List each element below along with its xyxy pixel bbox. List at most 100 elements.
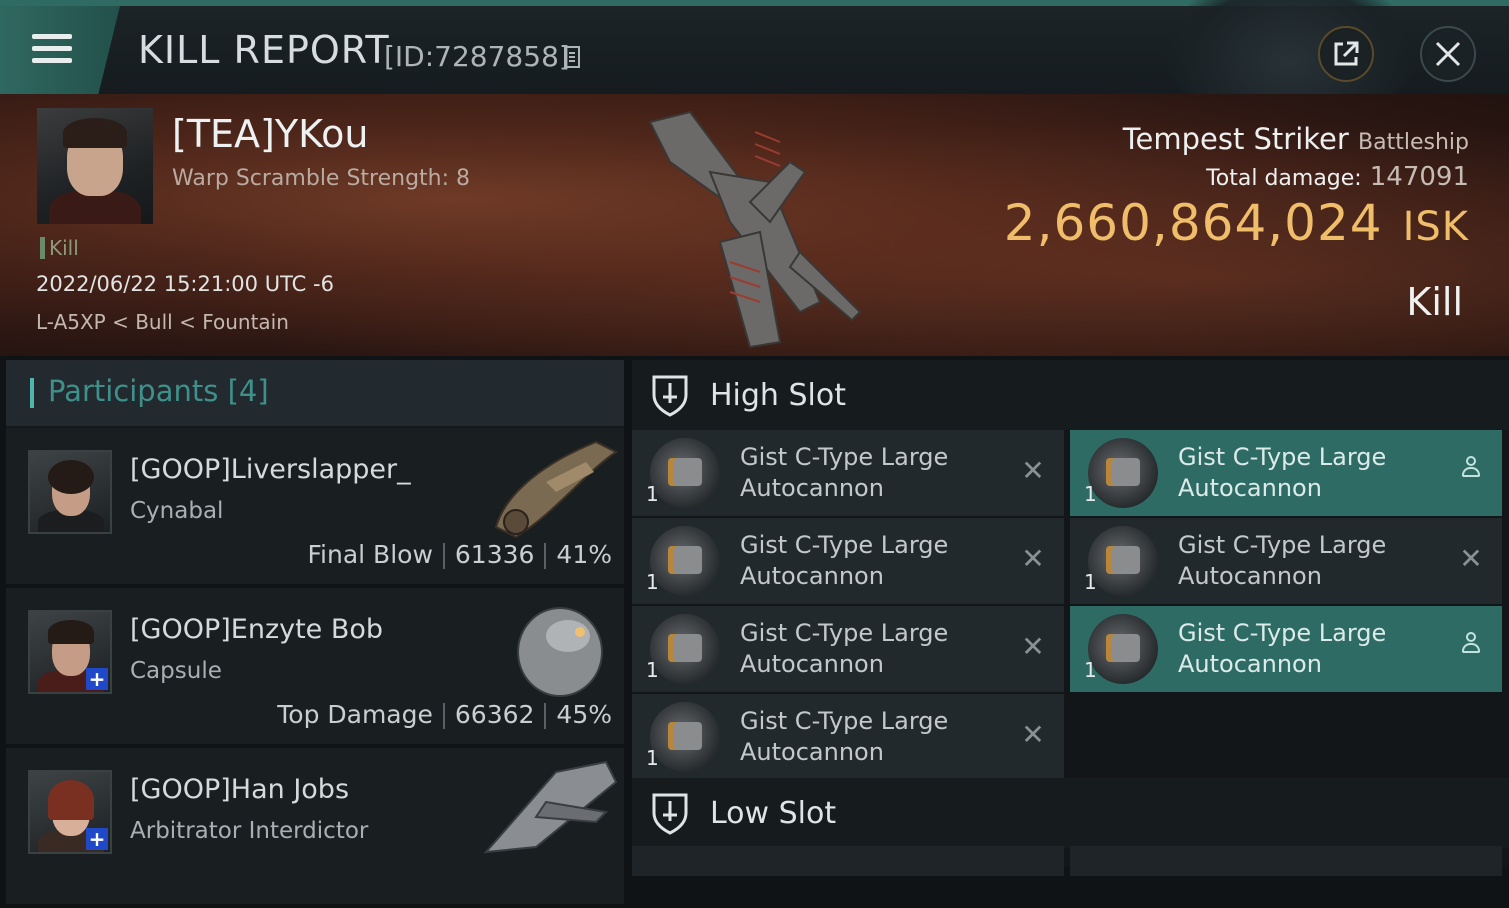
module-name: Gist C-Type Large Autocannon — [1178, 531, 1387, 590]
ship-class: Battleship — [1358, 130, 1469, 155]
autocannon-icon — [650, 526, 720, 596]
module-item[interactable]: 1 Gist C-Type Large Autocannon ✕ — [632, 606, 1064, 692]
participant-ship: Capsule — [130, 658, 222, 684]
destroyed-icon: ✕ — [1021, 718, 1045, 751]
module-item-partial[interactable] — [1070, 846, 1502, 876]
module-item-partial[interactable] — [632, 846, 1064, 876]
participant-ship-image[interactable] — [476, 752, 624, 862]
plus-icon: + — [86, 828, 108, 850]
participant-percent: 41% — [556, 540, 612, 569]
module-item[interactable]: 1 Gist C-Type Large Autocannon ✕ — [1070, 518, 1502, 604]
module-name: Gist C-Type Large Autocannon — [740, 443, 949, 502]
destroyed-icon: ✕ — [1021, 542, 1045, 575]
victim-avatar[interactable] — [37, 108, 153, 224]
victim-summary: [TEA]YKou Warp Scramble Strength: 8 Kill… — [0, 94, 1509, 356]
plus-icon: + — [86, 668, 108, 690]
warp-scramble-strength: Warp Scramble Strength: 8 — [172, 166, 471, 191]
autocannon-icon — [1088, 526, 1158, 596]
participant-damage: 66362 — [454, 700, 535, 729]
total-damage-label: Total damage: — [1206, 166, 1362, 191]
module-item[interactable]: 1 Gist C-Type Large Autocannon ✕ — [632, 518, 1064, 604]
dropped-person-icon — [1456, 632, 1486, 662]
autocannon-icon — [650, 438, 720, 508]
module-quantity: 1 — [646, 746, 659, 770]
fitting-panel: High Slot 1 Gist C-Type Large Autocannon … — [632, 360, 1509, 876]
low-slot-label: Low Slot — [710, 796, 837, 831]
autocannon-icon — [650, 702, 720, 772]
module-name: Gist C-Type Large Autocannon — [740, 707, 949, 766]
module-name: Gist C-Type Large Autocannon — [740, 531, 949, 590]
module-item[interactable]: 1 Gist C-Type Large Autocannon — [1070, 606, 1502, 692]
top-bar: KILL REPORT [ID:7287858] — [0, 0, 1509, 126]
participant-ship: Arbitrator Interdictor — [130, 818, 369, 844]
participant-role: Top Damage — [277, 700, 433, 729]
close-button[interactable] — [1420, 26, 1476, 82]
avatar[interactable] — [28, 450, 112, 534]
page-title: KILL REPORT — [138, 28, 390, 72]
module-quantity: 1 — [646, 570, 659, 594]
participant-ship: Cynabal — [130, 498, 224, 524]
participant-row[interactable]: + [GOOP]Enzyte Bob Capsule Top Damage 663… — [6, 588, 624, 748]
result-label: Kill — [1406, 280, 1463, 324]
module-name: Gist C-Type Large Autocannon — [1178, 443, 1387, 502]
total-damage-value: 147091 — [1369, 162, 1469, 192]
module-name: Gist C-Type Large Autocannon — [740, 619, 949, 678]
participant-name: [GOOP]Han Jobs — [130, 774, 350, 805]
hamburger-icon — [32, 34, 72, 39]
participants-label: Participants [4] — [48, 374, 269, 408]
low-slot-header[interactable]: Low Slot — [632, 778, 1509, 848]
participants-panel: Participants [4] [GOOP]Liverslapper_ Cyn… — [6, 360, 624, 908]
share-button[interactable] — [1318, 26, 1374, 82]
module-quantity: 1 — [1084, 658, 1097, 682]
module-item[interactable]: 1 Gist C-Type Large Autocannon ✕ — [632, 694, 1064, 780]
participants-header[interactable]: Participants [4] — [6, 360, 624, 426]
close-icon — [1435, 41, 1461, 67]
module-item[interactable]: 1 Gist C-Type Large Autocannon ✕ — [632, 430, 1064, 516]
destroyed-icon: ✕ — [1021, 454, 1045, 487]
avatar[interactable]: + — [28, 770, 112, 854]
hamburger-icon-line — [32, 58, 72, 63]
destroyed-icon: ✕ — [1021, 630, 1045, 663]
participant-damage: 61336 — [454, 540, 535, 569]
autocannon-icon — [650, 614, 720, 684]
victim-ship[interactable]: Tempest Striker Battleship — [1123, 122, 1469, 156]
participant-stats: Final Blow 61336 41% — [307, 540, 612, 569]
module-item[interactable]: 1 Gist C-Type Large Autocannon — [1070, 430, 1502, 516]
module-quantity: 1 — [646, 658, 659, 682]
module-quantity: 1 — [1084, 482, 1097, 506]
kill-location[interactable]: L-A5XP < Bull < Fountain — [36, 310, 289, 334]
external-link-icon — [1334, 41, 1359, 66]
victim-ship-image[interactable] — [630, 102, 880, 352]
menu-button[interactable] — [0, 6, 120, 94]
shield-icon — [652, 375, 688, 417]
participant-row[interactable]: + [GOOP]Han Jobs Arbitrator Interdictor — [6, 748, 624, 908]
total-damage: Total damage: 147091 — [1206, 162, 1469, 192]
participant-ship-image[interactable] — [476, 432, 624, 542]
shield-icon — [652, 793, 688, 835]
high-slot-label: High Slot — [710, 378, 846, 413]
dropped-person-icon — [1456, 456, 1486, 486]
destroyed-icon: ✕ — [1459, 542, 1483, 575]
high-slot-header[interactable]: High Slot — [632, 360, 1509, 430]
hamburger-icon-line — [32, 46, 72, 51]
autocannon-icon — [1088, 438, 1158, 508]
victim-name[interactable]: [TEA]YKou — [172, 112, 368, 156]
kill-id: [ID:7287858] — [384, 40, 570, 73]
isk-unit: ISK — [1402, 204, 1469, 250]
participant-row[interactable]: [GOOP]Liverslapper_ Cynabal Final Blow 61… — [6, 428, 624, 588]
participant-name: [GOOP]Enzyte Bob — [130, 614, 384, 645]
kill-datetime: 2022/06/22 15:21:00 UTC -6 — [36, 272, 334, 296]
autocannon-icon — [1088, 614, 1158, 684]
isk-value: 2,660,864,024 ISK — [1004, 194, 1469, 252]
participant-role: Final Blow — [307, 540, 433, 569]
avatar[interactable]: + — [28, 610, 112, 694]
participant-percent: 45% — [556, 700, 612, 729]
isk-amount: 2,660,864,024 — [1003, 194, 1383, 252]
copy-icon[interactable] — [564, 46, 580, 68]
header-accent — [30, 378, 34, 408]
kill-tag: Kill — [40, 237, 79, 259]
module-name: Gist C-Type Large Autocannon — [1178, 619, 1387, 678]
participant-ship-image[interactable] — [476, 592, 624, 702]
participant-stats: Top Damage 66362 45% — [277, 700, 612, 729]
ship-name: Tempest Striker — [1122, 122, 1349, 156]
